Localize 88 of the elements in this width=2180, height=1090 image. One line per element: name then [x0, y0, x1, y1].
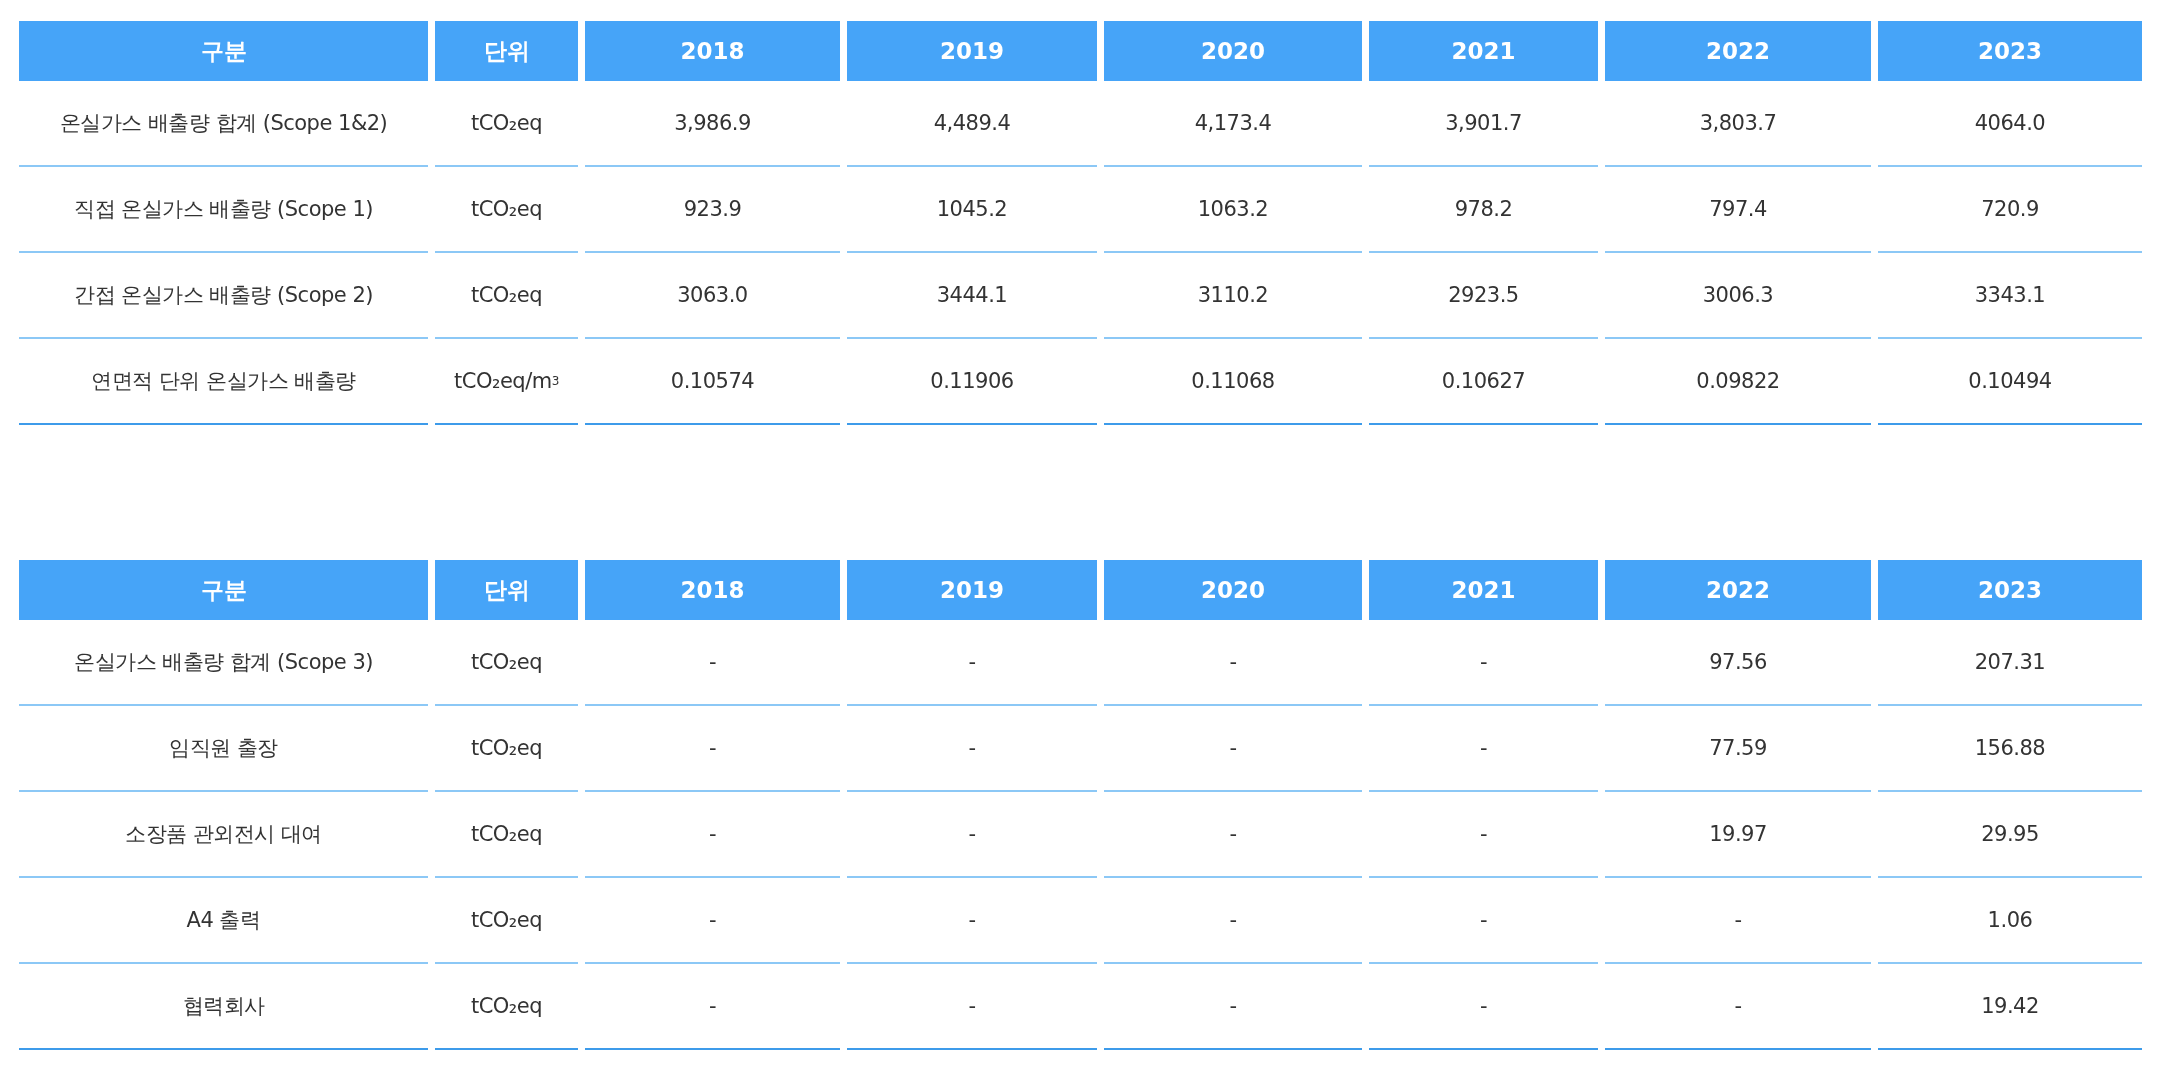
table-cell: - [847, 706, 1097, 792]
table-cell: - [1605, 878, 1871, 964]
table-cell: 29.95 [1878, 792, 2142, 878]
table-cell: 0.11068 [1104, 339, 1362, 425]
table-cell: - [847, 878, 1097, 964]
table-cell: tCO₂eq [435, 964, 578, 1050]
table-cell: 720.9 [1878, 167, 2142, 253]
table-cell: 간접 온실가스 배출량 (Scope 2) [19, 253, 428, 339]
table-cell: - [847, 964, 1097, 1050]
table-cell: 3110.2 [1104, 253, 1362, 339]
table-cell: tCO₂eq [435, 706, 578, 792]
table-cell: 978.2 [1369, 167, 1598, 253]
table-cell: - [1104, 878, 1362, 964]
table-cell: 2923.5 [1369, 253, 1598, 339]
column-header: 단위 [435, 560, 578, 620]
table-cell: 3,986.9 [585, 81, 840, 167]
table-cell: 923.9 [585, 167, 840, 253]
table-cell: - [585, 878, 840, 964]
table-cell: 0.10494 [1878, 339, 2142, 425]
table-cell: - [1605, 964, 1871, 1050]
column-header: 구분 [19, 21, 428, 81]
table-cell: 0.09822 [1605, 339, 1871, 425]
column-header: 2018 [585, 21, 840, 81]
table-cell: 연면적 단위 온실가스 배출량 [19, 339, 428, 425]
table-cell: 온실가스 배출량 합계 (Scope 3) [19, 620, 428, 706]
table-cell: 임직원 출장 [19, 706, 428, 792]
table-cell: - [1104, 792, 1362, 878]
column-header: 2018 [585, 560, 840, 620]
table-cell: - [585, 792, 840, 878]
table-cell: - [1369, 706, 1598, 792]
table-cell: tCO₂eq [435, 792, 578, 878]
table-cell: 0.10574 [585, 339, 840, 425]
table-cell: 77.59 [1605, 706, 1871, 792]
table-cell: 19.42 [1878, 964, 2142, 1050]
table-cell: tCO₂eq/m$^{3}$ [435, 339, 578, 425]
table-cell: 3343.1 [1878, 253, 2142, 339]
table-cell: tCO₂eq [435, 81, 578, 167]
table-cell: - [1369, 620, 1598, 706]
table-cell: - [585, 706, 840, 792]
table-cell: tCO₂eq [435, 620, 578, 706]
table-cell: - [1104, 706, 1362, 792]
table-cell: 3,803.7 [1605, 81, 1871, 167]
table-cell: - [1369, 792, 1598, 878]
column-header: 2022 [1605, 560, 1871, 620]
table-cell: 3006.3 [1605, 253, 1871, 339]
table-cell: 0.11906 [847, 339, 1097, 425]
table-cell: - [585, 620, 840, 706]
column-header: 2021 [1369, 560, 1598, 620]
table-cell: tCO₂eq [435, 253, 578, 339]
table-cell: 직접 온실가스 배출량 (Scope 1) [19, 167, 428, 253]
column-header: 2022 [1605, 21, 1871, 81]
column-header: 2019 [847, 21, 1097, 81]
table-cell: 797.4 [1605, 167, 1871, 253]
column-header: 단위 [435, 21, 578, 81]
table-cell: 3,901.7 [1369, 81, 1598, 167]
table-cell: - [585, 964, 840, 1050]
table-cell: - [1369, 964, 1598, 1050]
table-cell: - [1104, 620, 1362, 706]
column-header: 2020 [1104, 21, 1362, 81]
table-cell: 3063.0 [585, 253, 840, 339]
table-cell: 1063.2 [1104, 167, 1362, 253]
table-cell: tCO₂eq [435, 167, 578, 253]
table-cell: 0.10627 [1369, 339, 1598, 425]
column-header: 2023 [1878, 21, 2142, 81]
column-header: 2021 [1369, 21, 1598, 81]
table-cell: 156.88 [1878, 706, 2142, 792]
table-cell: 4,489.4 [847, 81, 1097, 167]
table-cell: 3444.1 [847, 253, 1097, 339]
table-cell: - [1369, 878, 1598, 964]
table-cell: 97.56 [1605, 620, 1871, 706]
table-cell: 4064.0 [1878, 81, 2142, 167]
table-cell: A4 출력 [19, 878, 428, 964]
table-cell: - [847, 792, 1097, 878]
table-cell: 207.31 [1878, 620, 2142, 706]
column-header: 2023 [1878, 560, 2142, 620]
column-header: 구분 [19, 560, 428, 620]
table-cell: 온실가스 배출량 합계 (Scope 1&2) [19, 81, 428, 167]
column-header: 2019 [847, 560, 1097, 620]
table-cell: 19.97 [1605, 792, 1871, 878]
table-cell: 소장품 관외전시 대여 [19, 792, 428, 878]
table-cell: 1045.2 [847, 167, 1097, 253]
column-header: 2020 [1104, 560, 1362, 620]
table-cell: - [1104, 964, 1362, 1050]
table-cell: 1.06 [1878, 878, 2142, 964]
table-cell: tCO₂eq [435, 878, 578, 964]
table-cell: 4,173.4 [1104, 81, 1362, 167]
table-cell: 협력회사 [19, 964, 428, 1050]
table-cell: - [847, 620, 1097, 706]
